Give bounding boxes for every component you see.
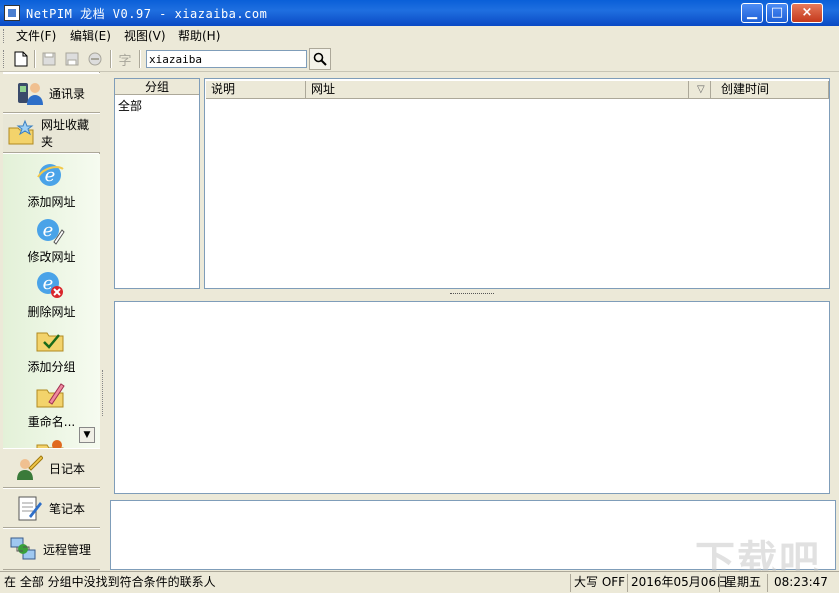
nav-section-bookmarks[interactable]: 网址收藏夹 [3, 113, 100, 153]
minimize-button[interactable]: ▁ [741, 3, 763, 23]
column-header-url[interactable]: 网址 [306, 81, 689, 99]
nav-section-label: 日记本 [49, 461, 86, 476]
status-message: 在 全部 分组中没找到符合条件的联系人 [4, 575, 216, 589]
column-header-description[interactable]: 说明 [206, 81, 306, 99]
column-header-created[interactable]: 创建时间 [711, 81, 829, 99]
horizontal-splitter[interactable] [114, 289, 830, 301]
nav-action-edit-url[interactable]: e 修改网址 [3, 209, 100, 264]
nav-section-contacts[interactable]: 通讯录 [3, 73, 100, 113]
font-icon[interactable]: 字 [116, 50, 134, 69]
stop-icon[interactable] [86, 50, 104, 68]
folder-star-icon [8, 119, 34, 145]
status-weekday: 星期五 [719, 574, 767, 592]
svg-text:e: e [43, 220, 54, 241]
nav-section-label: 网址收藏夹 [41, 118, 90, 149]
folder-check-icon [36, 332, 64, 352]
menu-help[interactable]: 帮助(H) [174, 28, 224, 44]
remote-icon [10, 537, 36, 560]
nav-section-label: 远程管理 [43, 542, 92, 557]
nav-action-add-url[interactable]: e 添加网址 [3, 154, 100, 209]
folder-gear-icon [36, 440, 64, 448]
search-icon [313, 52, 327, 66]
toolbar-grip[interactable] [3, 50, 6, 68]
contacts-icon [18, 83, 43, 105]
detail-pane[interactable] [114, 301, 830, 494]
nav-action-rename[interactable]: 重命名... [3, 374, 100, 429]
nav-action-label: 添加分组 [27, 360, 76, 374]
group-list-header: 分组 [115, 79, 199, 95]
menu-view[interactable]: 视图(V) [120, 28, 170, 44]
toolbar-separator [110, 50, 112, 68]
status-date: 2016年05月06日 [627, 574, 728, 592]
notebook-icon [18, 496, 42, 521]
group-list: 分组 全部 [114, 78, 200, 289]
title-bar: NetPIM 龙档 V0.97 - xiazaiba.com ▁ □ × [0, 0, 839, 26]
nav-action-area: e 添加网址 e 修改网址 e 删除网址 添加分组 重命名... [3, 154, 100, 448]
maximize-button[interactable]: □ [766, 3, 788, 23]
rename-icon [36, 383, 65, 408]
nav-section-notebook[interactable]: 笔记本 [3, 488, 100, 528]
nav-action-delete-url[interactable]: e 删除网址 [3, 264, 100, 319]
diary-icon [17, 455, 43, 480]
splitter-handle[interactable] [102, 370, 108, 416]
status-time: 08:23:47 [767, 574, 837, 592]
toolbar-separator [34, 50, 36, 68]
nav-action-label: 删除网址 [27, 305, 76, 319]
ie-edit-icon: e [37, 219, 65, 245]
sort-indicator-icon[interactable]: ▽ [689, 81, 711, 99]
splitter-handle[interactable] [450, 293, 494, 296]
nav-scroll-down-button[interactable]: ▼ [79, 427, 95, 443]
app-icon[interactable] [4, 5, 20, 21]
new-document-icon[interactable] [12, 50, 30, 68]
close-button[interactable]: × [791, 3, 823, 23]
menu-file[interactable]: 文件(F) [12, 28, 60, 44]
search-button[interactable] [309, 48, 331, 70]
ie-delete-icon: e [37, 272, 63, 298]
nav-section-remote[interactable]: 远程管理 [3, 528, 100, 570]
nav-action-add-group[interactable]: 添加分组 [3, 319, 100, 374]
menu-grip[interactable] [3, 29, 6, 43]
menu-bar: 文件(F) 编辑(E) 视图(V) 帮助(H) [0, 26, 839, 46]
vertical-splitter[interactable] [100, 72, 110, 570]
bookmark-table: 说明 网址 ▽ 创建时间 [204, 78, 830, 289]
toolbar-separator [139, 50, 141, 68]
toolbar: 字 [0, 46, 839, 72]
window-title: NetPIM 龙档 V0.97 - xiazaiba.com [26, 7, 268, 21]
nav-section-diary[interactable]: 日记本 [3, 448, 100, 488]
nav-section-label: 通讯录 [49, 86, 86, 101]
save-icon[interactable] [40, 50, 58, 68]
status-bar: 在 全部 分组中没找到符合条件的联系人 大写 OFF 2016年05月06日 星… [0, 571, 839, 593]
ie-add-icon: e [37, 164, 64, 186]
group-item-all[interactable]: 全部 [118, 97, 142, 114]
nav-section-label: 笔记本 [49, 501, 86, 516]
save-copy-icon[interactable] [63, 50, 81, 68]
menu-edit[interactable]: 编辑(E) [66, 28, 115, 44]
nav-action-label: 添加网址 [27, 195, 76, 209]
search-input[interactable] [146, 50, 307, 68]
status-caps: 大写 OFF [570, 574, 627, 592]
nav-action-label: 修改网址 [27, 250, 76, 264]
